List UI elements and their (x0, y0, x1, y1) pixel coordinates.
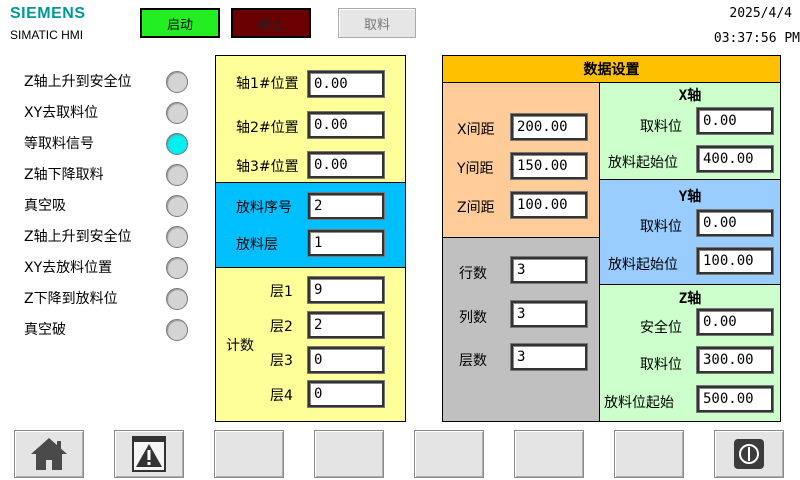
power-icon (734, 439, 764, 469)
z-pick-label: 取料位 (640, 357, 682, 373)
function-key-3[interactable] (214, 430, 284, 478)
step-label: Z轴下降取料 (24, 167, 104, 183)
axis2-position-field[interactable]: 0.00 (307, 111, 385, 139)
z-place-start-field[interactable]: 500.00 (696, 385, 774, 413)
placement-panel: 放料序号 2 放料层 1 (215, 182, 406, 268)
spacing-section: X间距 200.00 Y间距 150.00 Z间距 100.00 (443, 83, 600, 238)
z-axis-title: Z轴 (678, 291, 702, 307)
y-axis-title: Y轴 (678, 189, 702, 205)
y-pick-field[interactable]: 0.00 (696, 209, 774, 237)
column-count-label: 列数 (459, 310, 487, 326)
step-indicator-lamp (166, 195, 188, 217)
axis3-position-label: 轴3#位置 (236, 159, 299, 175)
home-button[interactable] (14, 430, 84, 478)
step-indicator-lamp (166, 257, 188, 279)
step-label: 等取料信号 (24, 136, 94, 152)
x-pick-label: 取料位 (640, 119, 682, 135)
x-spacing-label: X间距 (457, 122, 495, 138)
z-place-start-label: 放料位起始 (604, 395, 674, 411)
brand-logo: SIEMENS (10, 5, 86, 22)
x-pick-field[interactable]: 0.00 (696, 107, 774, 135)
step-label: Z下降到放料位 (24, 291, 118, 307)
axis2-position-label: 轴2#位置 (236, 120, 299, 136)
axis1-position-field[interactable]: 0.00 (307, 70, 385, 98)
data-settings-panel: 数据设置 X间距 200.00 Y间距 150.00 Z间距 100.00 行数… (442, 55, 781, 422)
step-label: Z轴上升到安全位 (24, 229, 132, 245)
function-key-4[interactable] (314, 430, 384, 478)
home-icon (31, 438, 67, 470)
step-indicator-lamp (166, 288, 188, 310)
placement-seq-label: 放料序号 (236, 200, 292, 216)
layer3-count-label: 层3 (270, 353, 293, 369)
z-safe-field[interactable]: 0.00 (696, 308, 774, 336)
column-count-field[interactable]: 3 (510, 300, 588, 328)
count-title: 计数 (226, 338, 254, 354)
product-name: SIMATIC HMI (10, 28, 84, 42)
z-spacing-field[interactable]: 100.00 (510, 191, 588, 219)
date-display: 2025/4/4 (729, 6, 792, 21)
alarm-warning-icon (132, 436, 166, 472)
axis3-position-field[interactable]: 0.00 (307, 151, 385, 179)
layer-count-label: 层数 (459, 353, 487, 369)
step-label: XY去放料位置 (24, 260, 113, 276)
step-indicator-lamp (166, 133, 188, 155)
y-spacing-field[interactable]: 150.00 (510, 152, 588, 180)
grid-count-section: 行数 3 列数 3 层数 3 (443, 238, 600, 421)
y-place-start-field[interactable]: 100.00 (696, 247, 774, 275)
step-label: 真空破 (24, 322, 66, 338)
step-label: Z轴上升到安全位 (24, 74, 132, 90)
y-pick-label: 取料位 (640, 219, 682, 235)
layer1-count-field[interactable]: 9 (307, 276, 385, 304)
x-axis-title: X轴 (678, 88, 702, 104)
x-place-start-field[interactable]: 400.00 (696, 145, 774, 173)
x-axis-section: X轴 取料位 0.00 放料起始位 400.00 (600, 83, 780, 180)
placement-seq-field[interactable]: 2 (307, 192, 385, 220)
step-label: XY去取料位 (24, 105, 99, 121)
layer4-count-field[interactable]: 0 (307, 380, 385, 408)
x-place-start-label: 放料起始位 (608, 155, 678, 171)
start-button[interactable]: 启动 (140, 8, 220, 38)
function-key-7[interactable] (614, 430, 684, 478)
step-indicator-lamp (166, 164, 188, 186)
z-pick-field[interactable]: 300.00 (696, 346, 774, 374)
step-label: 真空吸 (24, 198, 66, 214)
y-spacing-label: Y间距 (457, 161, 494, 177)
placement-layer-field[interactable]: 1 (307, 229, 385, 257)
take-material-button[interactable]: 取料 (338, 8, 416, 38)
step-indicator-lamp (166, 226, 188, 248)
time-display: 03:37:56 PM (713, 31, 800, 46)
z-spacing-label: Z间距 (457, 200, 495, 216)
axis-position-panel: 轴1#位置 0.00 轴2#位置 0.00 轴3#位置 0.00 (215, 55, 406, 183)
function-key-6[interactable] (514, 430, 584, 478)
z-safe-label: 安全位 (640, 320, 682, 336)
placement-layer-label: 放料层 (236, 237, 278, 253)
x-spacing-field[interactable]: 200.00 (510, 113, 588, 141)
z-axis-section: Z轴 安全位 0.00 取料位 300.00 放料位起始 500.00 (600, 285, 780, 421)
layer3-count-field[interactable]: 0 (307, 346, 385, 374)
axis1-position-label: 轴1#位置 (236, 76, 299, 92)
data-settings-title: 数据设置 (443, 56, 780, 83)
layer1-count-label: 层1 (270, 284, 293, 300)
alarm-button[interactable] (114, 430, 184, 478)
function-key-5[interactable] (414, 430, 484, 478)
step-indicator-lamp (166, 71, 188, 93)
row-count-label: 行数 (459, 266, 487, 282)
layer4-count-label: 层4 (270, 388, 293, 404)
layer2-count-label: 层2 (270, 319, 293, 335)
stop-button[interactable]: 停止 (231, 8, 311, 38)
step-indicator-lamp (166, 102, 188, 124)
y-place-start-label: 放料起始位 (608, 257, 678, 273)
count-panel: 计数 层1 9 层2 2 层3 0 层4 0 (215, 267, 406, 422)
layer-count-field[interactable]: 3 (510, 343, 588, 371)
layer2-count-field[interactable]: 2 (307, 311, 385, 339)
power-button[interactable] (714, 430, 784, 478)
step-indicator-lamp (166, 319, 188, 341)
y-axis-section: Y轴 取料位 0.00 放料起始位 100.00 (600, 180, 780, 285)
row-count-field[interactable]: 3 (510, 256, 588, 284)
